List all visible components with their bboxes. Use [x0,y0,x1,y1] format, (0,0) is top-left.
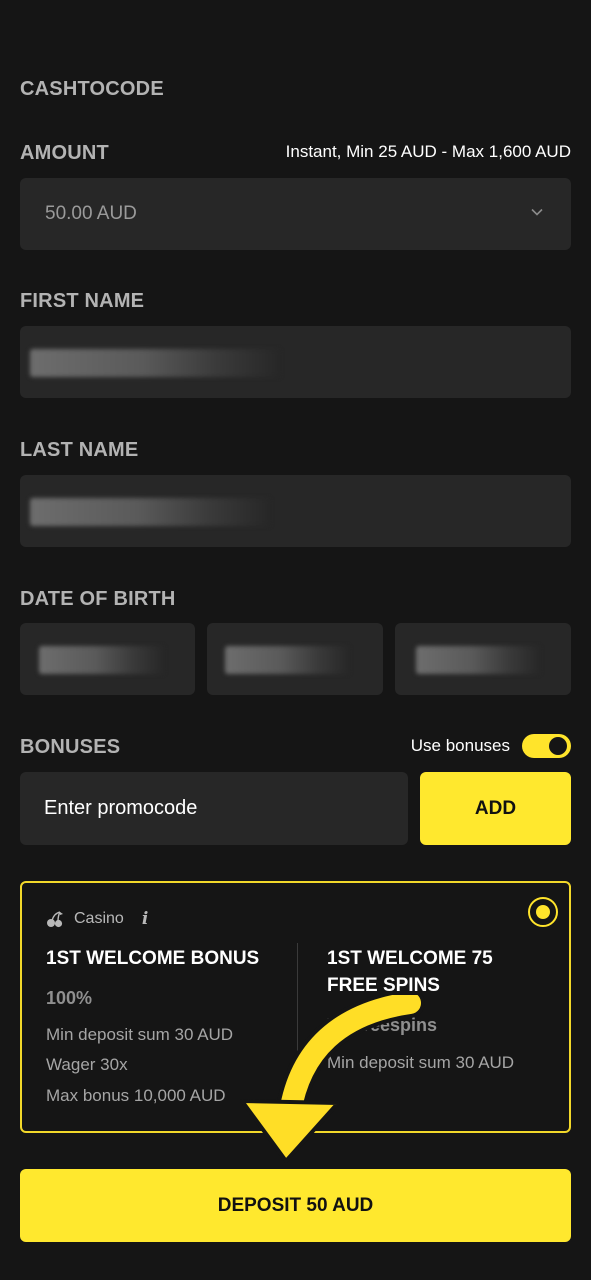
dob-year-field[interactable] [395,623,571,695]
offer-2-title-line1: 1ST WELCOME 75 [327,948,493,969]
arrow-annotation [240,995,425,1163]
bonus-category: Casino i [46,909,148,929]
info-icon[interactable]: i [142,909,148,929]
amount-label: AMOUNT [20,142,109,164]
dob-day-redacted [39,646,164,674]
amount-select[interactable]: 50.00 AUD [20,178,571,250]
chevron-down-icon [531,208,543,216]
offer-1-title: 1ST WELCOME BONUS [46,948,260,969]
cherry-icon [47,911,63,928]
payment-method-title: CASHTOCODE [20,78,164,100]
offer-1-detail: Max bonus 10,000 AUD [46,1086,226,1105]
amount-value: 50.00 AUD [45,203,137,224]
first-name-label: FIRST NAME [20,290,145,312]
toggle-knob [549,737,567,755]
dob-year-redacted [416,646,540,674]
bonuses-label: BONUSES [20,736,121,758]
last-name-redacted-value [30,498,270,526]
add-promocode-button[interactable]: ADD [420,772,571,845]
use-bonuses-label: Use bonuses [410,736,510,755]
dob-month-redacted [225,646,349,674]
promocode-input[interactable]: Enter promocode [20,772,408,845]
promocode-placeholder: Enter promocode [44,797,198,819]
last-name-label: LAST NAME [20,439,139,461]
dob-month-field[interactable] [207,623,383,695]
use-bonuses-toggle[interactable] [522,734,571,758]
first-name-redacted-value [30,349,280,377]
dob-label: DATE OF BIRTH [20,588,176,610]
offer-1-subtitle: 100% [46,988,93,1008]
last-name-field[interactable] [20,475,571,547]
first-name-field[interactable] [20,326,571,398]
offer-1-detail: Wager 30x [46,1055,128,1074]
radio-selected-icon[interactable] [528,897,558,927]
offer-1-detail: Min deposit sum 30 AUD [46,1025,234,1044]
bonus-category-label: Casino [74,910,124,927]
dob-day-field[interactable] [20,623,195,695]
deposit-button[interactable]: DEPOSIT 50 AUD [20,1169,571,1242]
amount-limits-hint: Instant, Min 25 AUD - Max 1,600 AUD [285,142,571,161]
